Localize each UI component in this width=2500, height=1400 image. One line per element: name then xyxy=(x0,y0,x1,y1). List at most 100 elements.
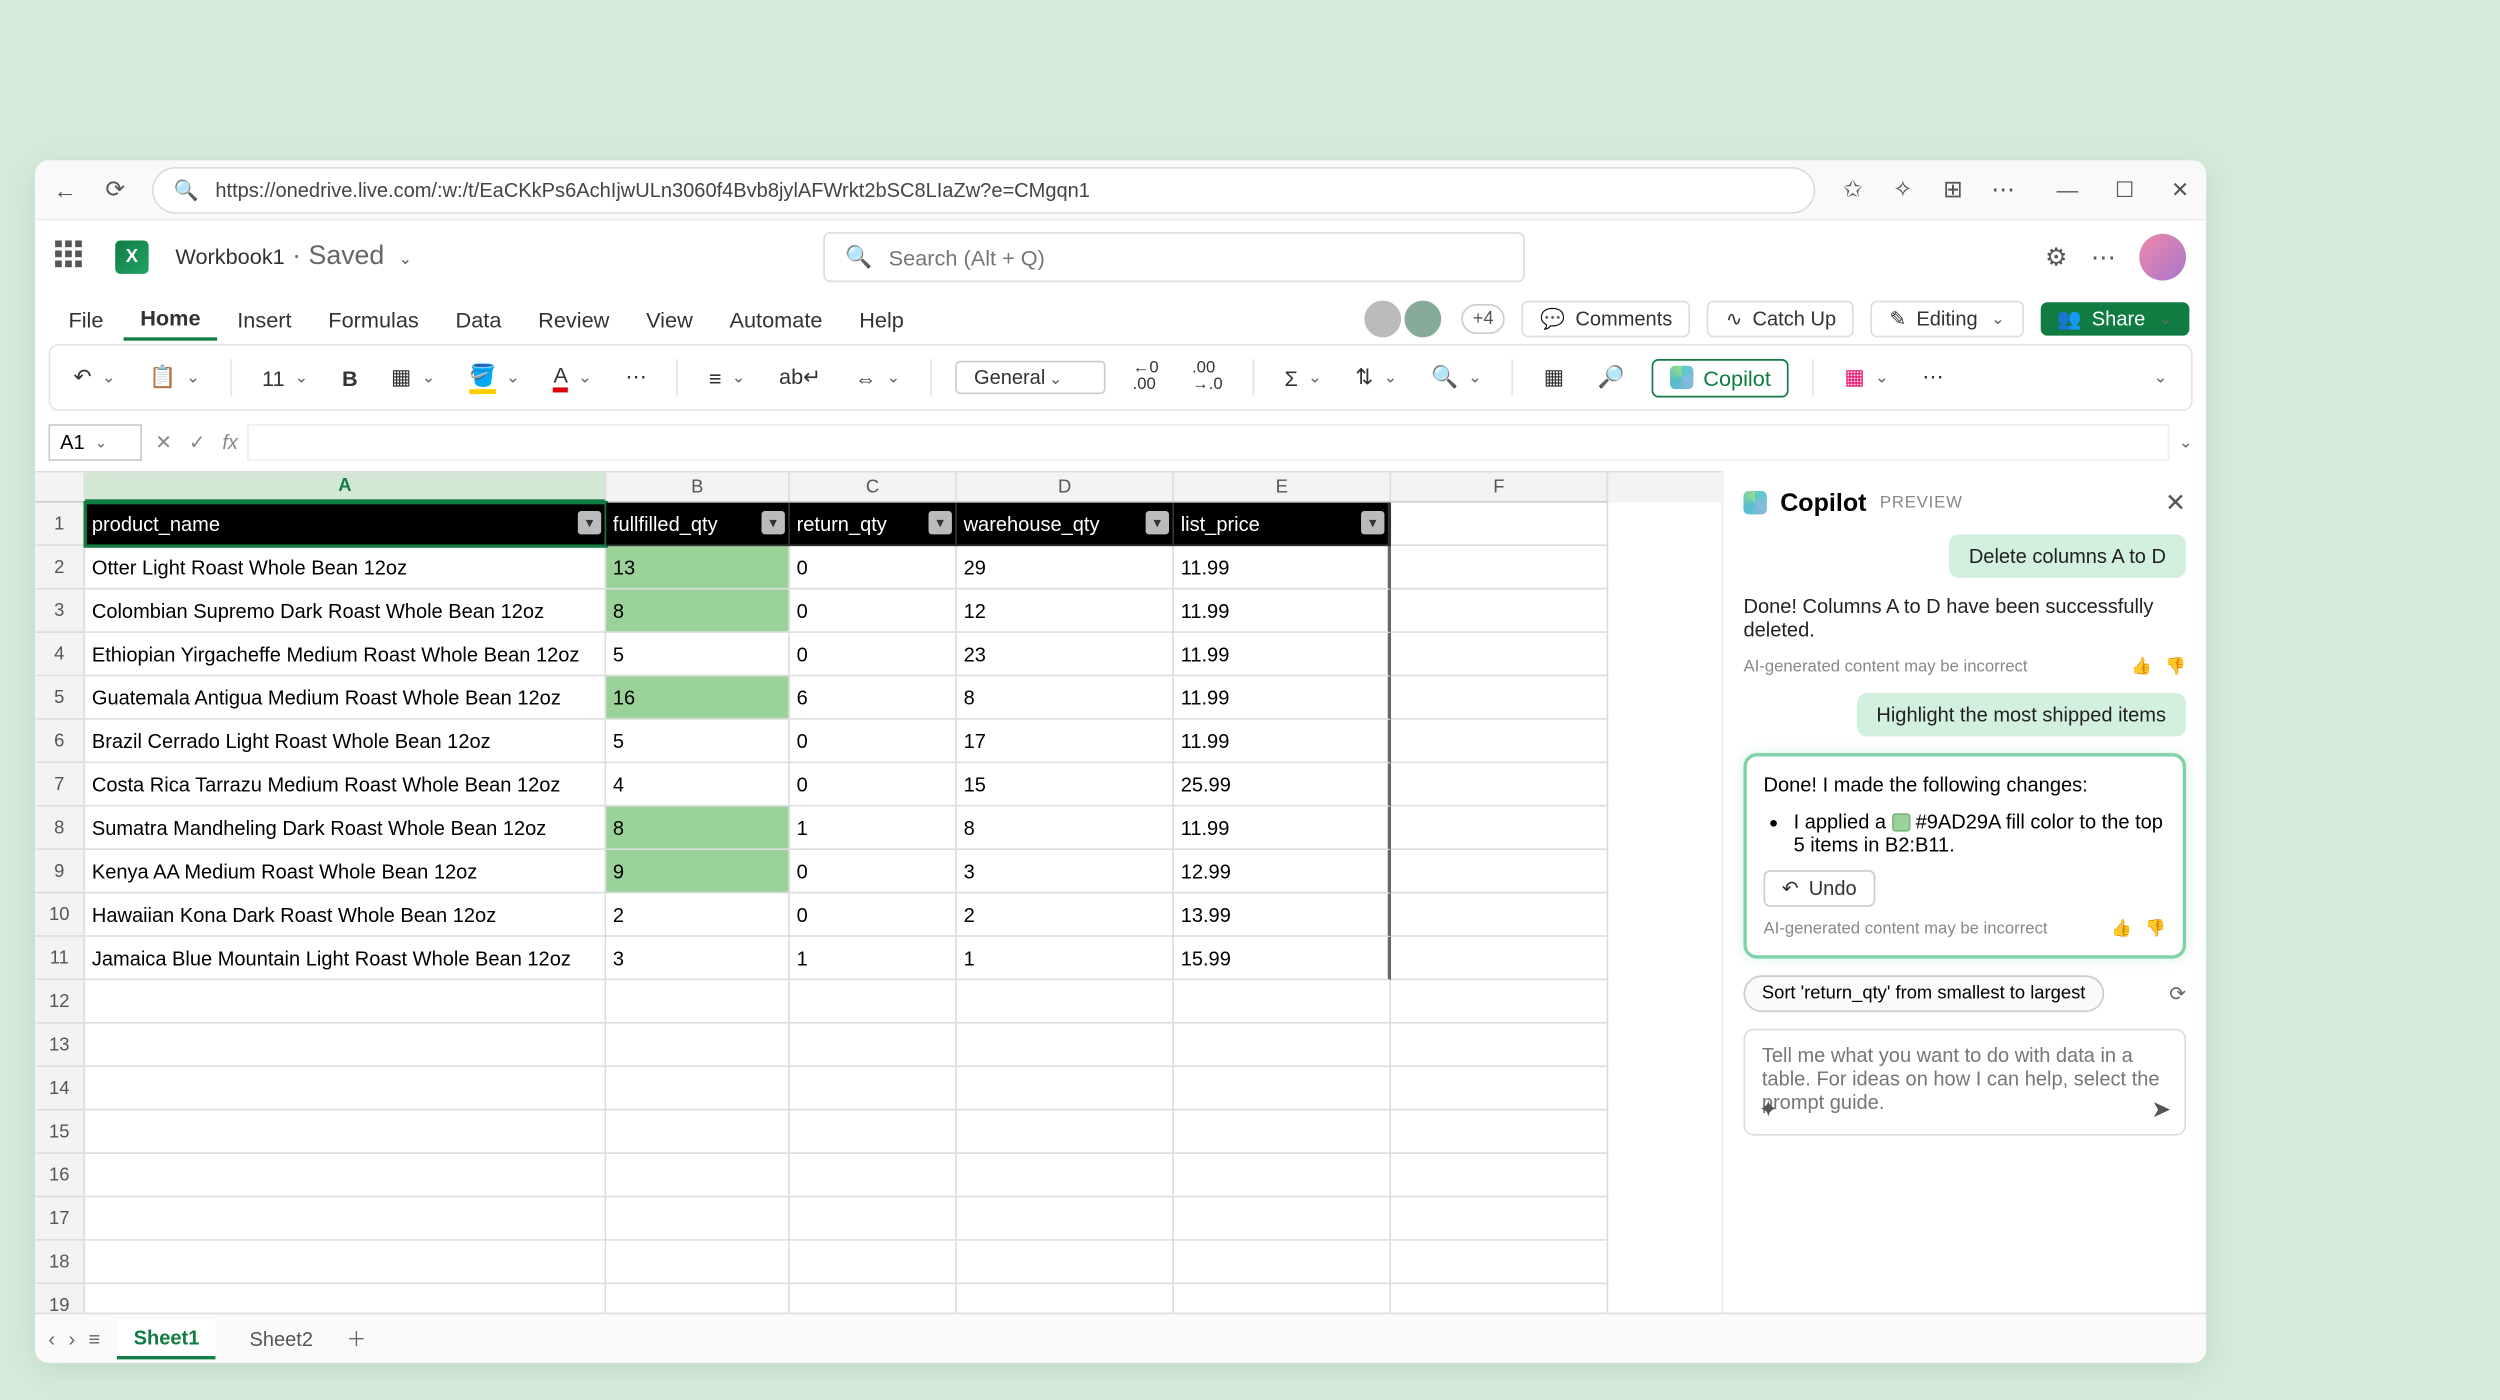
wrap-text-button[interactable]: ab↵ xyxy=(772,364,828,391)
merge-button[interactable]: ⇔ xyxy=(848,365,907,390)
col-header[interactable]: E xyxy=(1174,473,1391,503)
cell[interactable]: Sumatra Mandheling Dark Roast Whole Bean… xyxy=(85,807,606,850)
row-header[interactable]: 1 xyxy=(35,503,85,546)
cell[interactable]: 13.99 xyxy=(1174,893,1391,936)
analyze-data-button[interactable]: 🔎 xyxy=(1591,364,1631,391)
cell[interactable] xyxy=(1174,1067,1391,1110)
minimize-icon[interactable]: — xyxy=(2057,176,2079,203)
row-header[interactable]: 7 xyxy=(35,763,85,806)
cell[interactable]: 8 xyxy=(957,676,1174,719)
send-icon[interactable]: ➤ xyxy=(2151,1096,2171,1124)
back-icon[interactable]: ← xyxy=(52,176,79,203)
cell[interactable]: 5 xyxy=(606,720,790,763)
cell[interactable]: Brazil Cerrado Light Roast Whole Bean 12… xyxy=(85,720,606,763)
paste-button[interactable]: 📋 xyxy=(142,364,206,391)
col-header[interactable]: A xyxy=(85,473,606,503)
cell[interactable] xyxy=(957,1154,1174,1197)
cell[interactable]: Colombian Supremo Dark Roast Whole Bean … xyxy=(85,590,606,633)
autosum-button[interactable]: Σ xyxy=(1278,365,1329,390)
row-header[interactable]: 3 xyxy=(35,590,85,633)
catchup-button[interactable]: ∿Catch Up xyxy=(1707,301,1854,338)
cell[interactable] xyxy=(1174,1111,1391,1154)
tab-review[interactable]: Review xyxy=(521,300,626,338)
cell[interactable]: 17 xyxy=(957,720,1174,763)
comments-button[interactable]: 💬Comments xyxy=(1522,301,1691,338)
select-all-corner[interactable] xyxy=(35,473,85,503)
cell[interactable]: 0 xyxy=(790,590,957,633)
cell[interactable] xyxy=(606,1111,790,1154)
cell[interactable]: 0 xyxy=(790,893,957,936)
cell[interactable]: 3 xyxy=(606,937,790,980)
address-bar[interactable]: 🔍 https://onedrive.live.com/:w:/t/EaCKkP… xyxy=(152,166,1816,213)
cell[interactable] xyxy=(85,1197,606,1240)
align-button[interactable]: ≡ xyxy=(702,365,752,390)
sheet-prev-icon[interactable]: ‹ xyxy=(48,1327,55,1350)
cell[interactable]: 0 xyxy=(790,546,957,589)
cell[interactable]: Otter Light Roast Whole Bean 12oz xyxy=(85,546,606,589)
cell[interactable]: 11.99 xyxy=(1174,590,1391,633)
tab-help[interactable]: Help xyxy=(842,300,920,338)
ribbon-expand-icon[interactable] xyxy=(2144,368,2175,386)
name-box[interactable]: A1⌄ xyxy=(48,424,142,461)
fx-icon[interactable]: fx xyxy=(222,431,238,454)
cell[interactable] xyxy=(1391,676,1608,719)
share-button[interactable]: 👥Share xyxy=(2040,302,2189,335)
cell[interactable] xyxy=(1174,980,1391,1023)
cell[interactable] xyxy=(1174,1024,1391,1067)
cell[interactable] xyxy=(1174,1154,1391,1197)
row-header[interactable]: 12 xyxy=(35,980,85,1023)
cell[interactable] xyxy=(790,1197,957,1240)
cell[interactable]: 16 xyxy=(606,676,790,719)
font-color-button[interactable]: A xyxy=(547,362,599,392)
row-header[interactable]: 13 xyxy=(35,1024,85,1067)
cell[interactable] xyxy=(1391,850,1608,893)
presence-avatar[interactable] xyxy=(1361,297,1404,340)
cell[interactable]: Ethiopian Yirgacheffe Medium Roast Whole… xyxy=(85,633,606,676)
cancel-formula-icon[interactable]: ✕ xyxy=(155,431,172,454)
cell[interactable] xyxy=(790,1241,957,1284)
cell[interactable] xyxy=(1391,1154,1608,1197)
col-header[interactable]: C xyxy=(790,473,957,503)
cell[interactable] xyxy=(790,980,957,1023)
document-title[interactable]: Workbook1 · Saved ⌄ xyxy=(175,242,412,272)
cell[interactable]: 29 xyxy=(957,546,1174,589)
cell[interactable]: 23 xyxy=(957,633,1174,676)
find-button[interactable]: 🔍 xyxy=(1424,364,1488,391)
row-header[interactable]: 18 xyxy=(35,1241,85,1284)
row-header[interactable]: 4 xyxy=(35,633,85,676)
cell[interactable] xyxy=(1391,503,1608,546)
cell[interactable]: 1 xyxy=(790,937,957,980)
more-ribbon-icon[interactable]: ⋯ xyxy=(1916,364,1951,391)
tab-formulas[interactable]: Formulas xyxy=(312,300,436,338)
cell[interactable] xyxy=(606,1154,790,1197)
cell[interactable] xyxy=(790,1024,957,1067)
row-header[interactable]: 11 xyxy=(35,937,85,980)
undo-button[interactable]: ↶Undo xyxy=(1764,870,1875,907)
row-header[interactable]: 17 xyxy=(35,1197,85,1240)
cell[interactable] xyxy=(606,1197,790,1240)
cell[interactable]: 1 xyxy=(790,807,957,850)
cell[interactable]: 0 xyxy=(790,633,957,676)
cell[interactable] xyxy=(1391,1197,1608,1240)
cell[interactable] xyxy=(85,980,606,1023)
cell[interactable] xyxy=(1391,1024,1608,1067)
cell[interactable]: 25.99 xyxy=(1174,763,1391,806)
row-header[interactable]: 5 xyxy=(35,676,85,719)
addins-button[interactable]: ▦ xyxy=(1537,364,1571,391)
cell[interactable] xyxy=(85,1154,606,1197)
row-header[interactable]: 8 xyxy=(35,807,85,850)
row-header[interactable]: 9 xyxy=(35,850,85,893)
copilot-button[interactable]: Copilot xyxy=(1651,358,1789,396)
enter-formula-icon[interactable]: ✓ xyxy=(189,431,206,454)
cell[interactable]: 1 xyxy=(957,937,1174,980)
cell[interactable] xyxy=(1391,980,1608,1023)
cell[interactable] xyxy=(957,1111,1174,1154)
undo-button[interactable]: ↶ xyxy=(67,364,123,391)
cell[interactable]: 15 xyxy=(957,763,1174,806)
maximize-icon[interactable]: ☐ xyxy=(2115,176,2134,203)
close-icon[interactable]: ✕ xyxy=(2171,176,2189,203)
cell[interactable] xyxy=(790,1111,957,1154)
cell[interactable] xyxy=(85,1067,606,1110)
cell[interactable] xyxy=(606,980,790,1023)
favorite-icon[interactable]: ✩ xyxy=(1839,176,1866,203)
